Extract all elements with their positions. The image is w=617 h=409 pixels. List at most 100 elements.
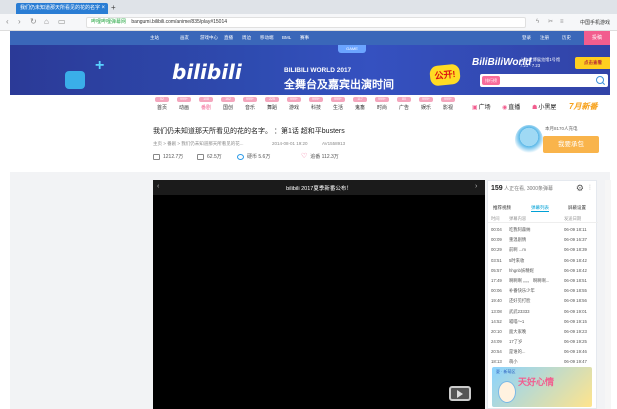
list-item[interactable]: 20:54 是谁的... 06-09 19:46 bbox=[488, 347, 598, 357]
game-tag[interactable]: GAME bbox=[338, 45, 366, 53]
follow-button[interactable]: ♡ 追番 112.3万 bbox=[301, 153, 339, 160]
list-item[interactable]: 00:29 前啊 ...m 06-09 18:39 bbox=[488, 245, 598, 255]
list-item[interactable]: 05:57 hhgnb妖精妮 06-09 18:42 bbox=[488, 266, 598, 276]
reload-icon[interactable]: ↻ bbox=[30, 17, 37, 27]
top-banner[interactable]: + bilibili GAME BILIBILI WORLD 2017 全舞台及… bbox=[10, 45, 610, 95]
square-link[interactable]: ▣广场 bbox=[472, 102, 491, 111]
list-item[interactable]: 24:09 17了岁 06-09 19:25 bbox=[488, 337, 598, 347]
tv-play-icon[interactable] bbox=[449, 386, 471, 401]
video-player[interactable]: ‹ bilibili 2017夏季新番公布！ › bbox=[153, 180, 485, 409]
login-link[interactable]: 登录 bbox=[522, 34, 531, 42]
page-scrollbar[interactable] bbox=[605, 180, 611, 409]
square-icon: ▣ bbox=[472, 105, 478, 111]
category-home[interactable]: 52 首页 bbox=[150, 97, 174, 111]
category-ent[interactable]: 999+ 娱乐 bbox=[414, 97, 438, 111]
nav-item-main[interactable]: 主站 bbox=[150, 34, 159, 42]
category-dance[interactable]: 225 舞蹈 bbox=[260, 97, 284, 111]
category-music[interactable]: 999+ 音乐 bbox=[238, 97, 262, 111]
category-kichiku[interactable]: 117 鬼畜 bbox=[348, 97, 372, 111]
category-life[interactable]: 999+ 生活 bbox=[326, 97, 350, 111]
list-item[interactable]: 03:51 5时来收 06-09 18:42 bbox=[488, 256, 598, 266]
nav-item-live[interactable]: 直播 bbox=[224, 34, 233, 42]
view-details-button[interactable]: 点击查看 bbox=[575, 57, 610, 69]
promo-character bbox=[498, 381, 516, 403]
list-item[interactable]: 20:10 面大家晚 06-09 19:23 bbox=[488, 327, 598, 337]
nav-item-huayou[interactable]: 画友 bbox=[180, 34, 189, 42]
back-icon[interactable]: ‹ bbox=[6, 17, 9, 27]
list-item[interactable]: 19:40 还好见打脸 06-09 18:56 bbox=[488, 296, 598, 306]
danmaku-tabs: 推荐视频 弹幕列表 屏蔽设置 bbox=[488, 205, 598, 213]
breadcrumb[interactable]: 主页 > 番剧 > 我们仍未知道那天所看见的花... bbox=[153, 141, 244, 147]
category-fashion[interactable]: 999+ 时尚 bbox=[370, 97, 394, 111]
forward-icon[interactable]: › bbox=[18, 17, 21, 27]
venue-dates: 7.21 - 7.23 bbox=[520, 63, 541, 68]
nav-item-esports[interactable]: 赛事 bbox=[300, 34, 309, 42]
july-new-anime-link[interactable]: 7月新番 bbox=[569, 101, 597, 112]
category-film[interactable]: 999+ 影视 bbox=[436, 97, 460, 111]
site-logo[interactable]: bilibili bbox=[172, 60, 242, 84]
more-icon[interactable]: ⋮ bbox=[587, 184, 593, 191]
live-link[interactable]: ◉直播 bbox=[502, 102, 520, 111]
category-label: 动画 bbox=[178, 105, 189, 111]
nav-item-merch[interactable]: 周边 bbox=[242, 34, 251, 42]
close-icon[interactable]: × bbox=[101, 3, 105, 14]
danmaku-date: 06-09 18:39 bbox=[564, 247, 587, 253]
history-link[interactable]: 历史 bbox=[562, 34, 571, 42]
blackroom-link[interactable]: ☗小黑屋 bbox=[532, 102, 556, 111]
tab-view-icon[interactable]: ▭ bbox=[58, 17, 66, 27]
category-anime[interactable]: 999+ 动画 bbox=[172, 97, 196, 111]
list-item[interactable]: 14:52 喵喵～1 06-09 19:15 bbox=[488, 317, 598, 327]
nav-item-mobile[interactable]: 移动端 bbox=[260, 34, 274, 42]
new-tab-button[interactable]: + bbox=[111, 3, 116, 13]
upload-button[interactable]: 投稿 bbox=[584, 31, 610, 45]
search-input[interactable]: 排行榜 bbox=[480, 74, 608, 87]
next-arrow-icon[interactable]: › bbox=[475, 183, 477, 190]
address-bar[interactable]: 哔哩哔哩弹幕网 bangumi.bilibili.com/anime/835/p… bbox=[86, 17, 526, 28]
extension-label[interactable]: 中国手机游戏 bbox=[580, 19, 610, 26]
danmaku-time: 20:54 bbox=[491, 349, 502, 355]
charge-panel: 本月8170人充电 我要承包 bbox=[513, 123, 603, 161]
home-icon[interactable]: ⌂ bbox=[44, 17, 49, 27]
danmaku-count-value: 62.5万 bbox=[207, 154, 222, 160]
nav-item-bml[interactable]: BML bbox=[282, 34, 291, 42]
blackroom-label: 小黑屋 bbox=[538, 105, 557, 111]
danmaku-date: 06-09 19:25 bbox=[564, 339, 587, 345]
player-announcement[interactable]: bilibili 2017夏季新番公布！ bbox=[153, 184, 485, 192]
gear-icon[interactable]: ⚙ bbox=[576, 183, 584, 194]
tab-danmaku-list[interactable]: 弹幕列表 bbox=[531, 205, 549, 212]
register-link[interactable]: 注册 bbox=[540, 34, 549, 42]
nav-item-game[interactable]: 游戏中心 bbox=[200, 34, 218, 42]
browser-tab-active[interactable]: 我们仍未知道那天所看见的花的名字 × bbox=[16, 3, 108, 14]
danmaku-time: 13:08 bbox=[491, 308, 502, 314]
summer-promo-banner[interactable]: 夏 · 新萌区 天好心情 bbox=[492, 367, 592, 407]
danmaku-content: 面大家晚 bbox=[509, 328, 527, 334]
list-item[interactable]: 17:49 啊啊啊 。。。 啊啊啊... 06-09 18:51 bbox=[488, 276, 598, 286]
menu-icon[interactable]: ≡ bbox=[560, 18, 564, 26]
category-bangumi[interactable]: 108 番剧 bbox=[194, 97, 218, 111]
col-content[interactable]: 弹幕内容 bbox=[509, 216, 526, 222]
scissors-icon[interactable]: ✂ bbox=[548, 18, 553, 26]
col-time[interactable]: 时间 bbox=[491, 216, 500, 222]
col-date[interactable]: 发送日期 bbox=[564, 216, 581, 222]
category-label: 生活 bbox=[332, 105, 343, 111]
category-ads[interactable]: 80 广告 bbox=[392, 97, 416, 111]
tab-recommended[interactable]: 推荐视频 bbox=[493, 205, 511, 211]
coin-button[interactable]: 硬币 5.6万 bbox=[237, 153, 270, 160]
category-tech[interactable]: 999+ 科技 bbox=[304, 97, 328, 111]
search-icon[interactable] bbox=[596, 76, 604, 84]
category-label: 广告 bbox=[398, 105, 409, 111]
list-item[interactable]: 00:06 补番快乐少年 06-09 18:55 bbox=[488, 286, 598, 296]
tab-block-settings[interactable]: 屏蔽设置 bbox=[568, 205, 586, 211]
list-item[interactable]: 00:09 重温剧情 06-09 16:37 bbox=[488, 235, 598, 245]
danmaku-count: 62.5万 bbox=[197, 153, 222, 160]
ranking-tag[interactable]: 排行榜 bbox=[482, 76, 500, 85]
tv-mascot-icon bbox=[65, 71, 85, 89]
category-guochuang[interactable]: 162 国创 bbox=[216, 97, 240, 111]
lightning-icon[interactable]: ϟ bbox=[536, 18, 539, 26]
list-item[interactable]: 13:08 武武23333 06-09 19:01 bbox=[488, 307, 598, 317]
list-item[interactable]: 00:04 吃我阿森纳 06-09 18:11 bbox=[488, 225, 598, 235]
charge-button[interactable]: 我要承包 bbox=[543, 136, 599, 153]
danmaku-time: 03:51 bbox=[491, 257, 502, 263]
blackroom-icon: ☗ bbox=[532, 105, 538, 111]
category-game[interactable]: 999+ 游戏 bbox=[282, 97, 306, 111]
